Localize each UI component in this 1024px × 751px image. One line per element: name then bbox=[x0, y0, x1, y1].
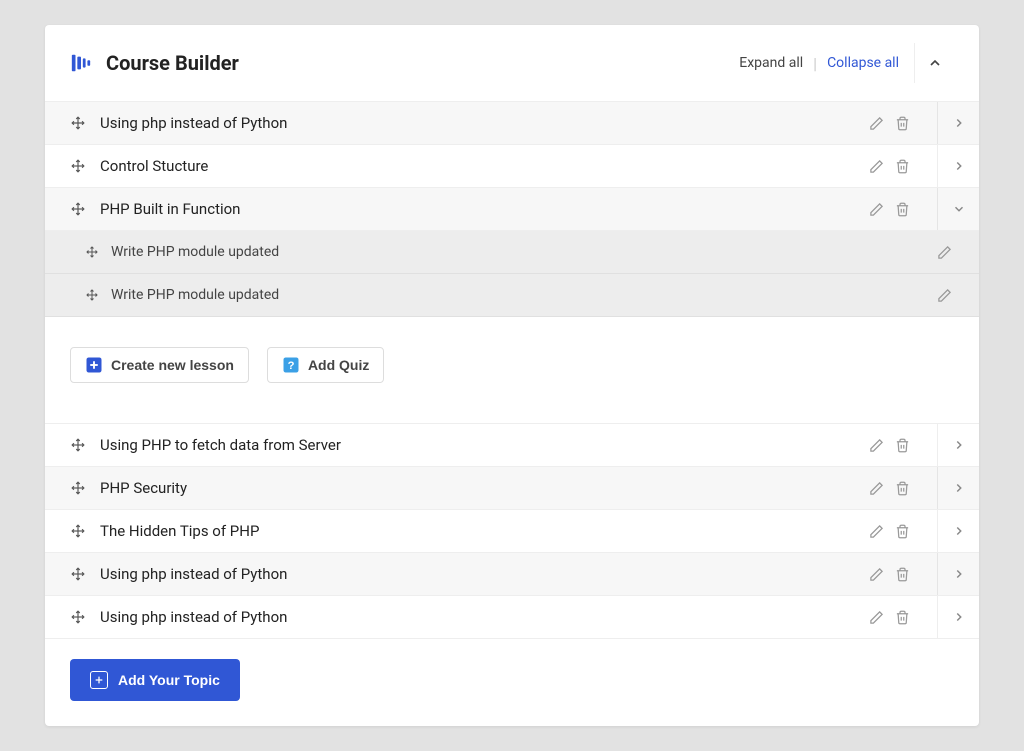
edit-icon[interactable] bbox=[866, 478, 886, 498]
trash-icon[interactable] bbox=[892, 156, 912, 176]
add-topic-label: Add Your Topic bbox=[118, 672, 220, 688]
card-toggle[interactable] bbox=[914, 43, 954, 83]
lesson-main: Write PHP module updated bbox=[45, 274, 979, 316]
lesson-actions: Create new lesson? Add Quiz bbox=[45, 317, 979, 424]
course-builder-card: Course Builder Expand all | Collapse all… bbox=[45, 25, 979, 726]
topic-main: Using php instead of Python bbox=[45, 553, 937, 595]
topic-toggle[interactable] bbox=[937, 145, 979, 187]
edit-icon[interactable] bbox=[866, 113, 886, 133]
plus-icon bbox=[90, 671, 108, 689]
topic-main: Using PHP to fetch data from Server bbox=[45, 424, 937, 466]
lesson-row: Write PHP module updated bbox=[45, 231, 979, 274]
drag-handle-icon[interactable] bbox=[70, 201, 86, 217]
topic-title: Using php instead of Python bbox=[100, 565, 860, 583]
trash-icon[interactable] bbox=[892, 113, 912, 133]
edit-icon[interactable] bbox=[866, 199, 886, 219]
add-quiz-button[interactable]: ? Add Quiz bbox=[267, 347, 384, 383]
topic-toggle[interactable] bbox=[937, 188, 979, 230]
footer: Add Your Topic bbox=[45, 639, 979, 701]
topic-title: Using php instead of Python bbox=[100, 114, 860, 132]
topic-row: PHP Security bbox=[45, 467, 979, 510]
topic-main: Control Stucture bbox=[45, 145, 937, 187]
edit-icon[interactable] bbox=[866, 521, 886, 541]
trash-icon[interactable] bbox=[892, 564, 912, 584]
create-lesson-label: Create new lesson bbox=[111, 357, 234, 373]
topic-row: Using PHP to fetch data from Server bbox=[45, 424, 979, 467]
edit-icon[interactable] bbox=[866, 435, 886, 455]
quiz-icon: ? bbox=[282, 356, 300, 374]
topic-main: The Hidden Tips of PHP bbox=[45, 510, 937, 552]
lesson-row: Write PHP module updated bbox=[45, 274, 979, 317]
drag-handle-icon[interactable] bbox=[85, 245, 99, 259]
expand-all-link[interactable]: Expand all bbox=[739, 55, 803, 71]
collapse-all-link[interactable]: Collapse all bbox=[827, 55, 899, 71]
topic-toggle[interactable] bbox=[937, 596, 979, 638]
edit-icon[interactable] bbox=[866, 564, 886, 584]
lesson-title: Write PHP module updated bbox=[111, 244, 928, 260]
trash-icon[interactable] bbox=[892, 478, 912, 498]
topic-main: Using php instead of Python bbox=[45, 102, 937, 144]
topic-title: PHP Security bbox=[100, 479, 860, 497]
topic-main: Using php instead of Python bbox=[45, 596, 937, 638]
edit-icon[interactable] bbox=[866, 156, 886, 176]
topic-title: The Hidden Tips of PHP bbox=[100, 522, 860, 540]
plus-box-icon bbox=[85, 356, 103, 374]
topic-toggle[interactable] bbox=[937, 102, 979, 144]
edit-icon[interactable] bbox=[934, 285, 954, 305]
topic-toggle[interactable] bbox=[937, 553, 979, 595]
header: Course Builder Expand all | Collapse all bbox=[45, 25, 979, 102]
lesson-title: Write PHP module updated bbox=[111, 287, 928, 303]
drag-handle-icon[interactable] bbox=[70, 523, 86, 539]
svg-text:?: ? bbox=[288, 360, 295, 372]
trash-icon[interactable] bbox=[892, 199, 912, 219]
drag-handle-icon[interactable] bbox=[70, 437, 86, 453]
create-lesson-button[interactable]: Create new lesson bbox=[70, 347, 249, 383]
trash-icon[interactable] bbox=[892, 435, 912, 455]
topic-row: The Hidden Tips of PHP bbox=[45, 510, 979, 553]
edit-icon[interactable] bbox=[934, 242, 954, 262]
drag-handle-icon[interactable] bbox=[70, 158, 86, 174]
trash-icon[interactable] bbox=[892, 607, 912, 627]
topic-row: Using php instead of Python bbox=[45, 553, 979, 596]
topic-title: Control Stucture bbox=[100, 157, 860, 175]
topic-main: PHP Built in Function bbox=[45, 188, 937, 230]
add-quiz-label: Add Quiz bbox=[308, 357, 369, 373]
header-actions: Expand all | Collapse all bbox=[739, 54, 899, 73]
topic-toggle[interactable] bbox=[937, 424, 979, 466]
edit-icon[interactable] bbox=[866, 607, 886, 627]
topic-row: PHP Built in Function bbox=[45, 188, 979, 231]
drag-handle-icon[interactable] bbox=[70, 609, 86, 625]
separator: | bbox=[813, 54, 817, 73]
topic-row: Using php instead of Python bbox=[45, 102, 979, 145]
topic-main: PHP Security bbox=[45, 467, 937, 509]
topic-title: Using PHP to fetch data from Server bbox=[100, 436, 860, 454]
drag-handle-icon[interactable] bbox=[70, 566, 86, 582]
page-title: Course Builder bbox=[106, 51, 739, 75]
topic-toggle[interactable] bbox=[937, 510, 979, 552]
drag-handle-icon[interactable] bbox=[70, 115, 86, 131]
topic-title: PHP Built in Function bbox=[100, 200, 860, 218]
course-builder-icon bbox=[70, 52, 92, 74]
drag-handle-icon[interactable] bbox=[85, 288, 99, 302]
lesson-main: Write PHP module updated bbox=[45, 231, 979, 273]
trash-icon[interactable] bbox=[892, 521, 912, 541]
topic-row: Using php instead of Python bbox=[45, 596, 979, 639]
topic-row: Control Stucture bbox=[45, 145, 979, 188]
topic-toggle[interactable] bbox=[937, 467, 979, 509]
topic-title: Using php instead of Python bbox=[100, 608, 860, 626]
add-topic-button[interactable]: Add Your Topic bbox=[70, 659, 240, 701]
drag-handle-icon[interactable] bbox=[70, 480, 86, 496]
